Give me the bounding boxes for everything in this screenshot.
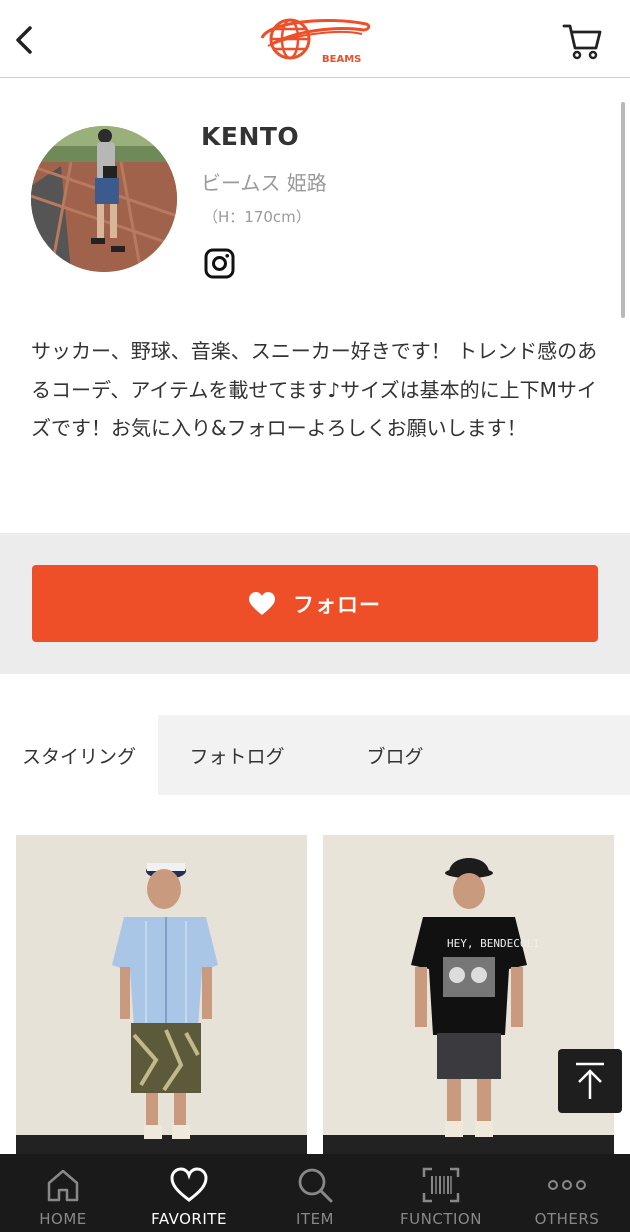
arrow-up-icon — [576, 1062, 604, 1099]
scroll-to-top-button[interactable] — [558, 1049, 622, 1113]
stylist-height: （H：170cm） — [203, 208, 311, 226]
nav-function[interactable]: FUNCTION — [378, 1154, 504, 1232]
app-header: BEAMS — [0, 0, 630, 78]
tab-photolog[interactable]: フォトログ — [158, 715, 316, 795]
profile-avatar — [31, 126, 177, 272]
back-chevron-icon[interactable] — [8, 20, 44, 60]
nav-favorite[interactable]: FAVORITE — [126, 1154, 252, 1232]
bottom-navigation: HOME FAVORITE ITEM FUNCTION OTHERS — [0, 1154, 630, 1232]
content-tabs: スタイリング フォトログ ブログ — [0, 715, 630, 795]
more-dots-icon — [548, 1180, 586, 1190]
beams-logo[interactable]: BEAMS — [258, 14, 374, 66]
tab-blog[interactable]: ブログ — [316, 715, 474, 795]
heart-icon — [249, 591, 275, 615]
shirt-print: HEY, BENDECOLI — [447, 937, 540, 950]
nav-home-label: HOME — [39, 1210, 87, 1228]
follow-button[interactable]: フォロー — [32, 565, 598, 642]
heart-icon — [170, 1167, 208, 1202]
follow-label: フォロー — [293, 592, 381, 617]
stylist-name: KENTO — [201, 122, 300, 151]
nav-favorite-label: FAVORITE — [151, 1210, 227, 1228]
home-icon — [47, 1169, 79, 1202]
nav-item-label: ITEM — [295, 1210, 334, 1228]
tab-styling[interactable]: スタイリング — [0, 715, 158, 795]
logo-text: BEAMS — [322, 54, 361, 65]
page-scrollbar[interactable] — [621, 102, 625, 318]
nav-home[interactable]: HOME — [0, 1154, 126, 1232]
cart-icon[interactable] — [562, 22, 604, 60]
search-icon — [298, 1168, 333, 1203]
instagram-icon[interactable] — [204, 248, 235, 279]
profile-bio: サッカー、野球、音楽、スニーカー好きです！ トレンド感のあるコーデ、アイテムを載… — [31, 339, 598, 440]
styling-photo[interactable] — [16, 835, 307, 1155]
stylist-shop[interactable]: ビームス 姫路 — [201, 167, 327, 196]
nav-others[interactable]: OTHERS — [504, 1154, 630, 1232]
barcode-scan-icon — [422, 1167, 460, 1203]
nav-others-label: OTHERS — [534, 1210, 600, 1228]
nav-function-label: FUNCTION — [400, 1210, 482, 1228]
nav-item[interactable]: ITEM — [252, 1154, 378, 1232]
